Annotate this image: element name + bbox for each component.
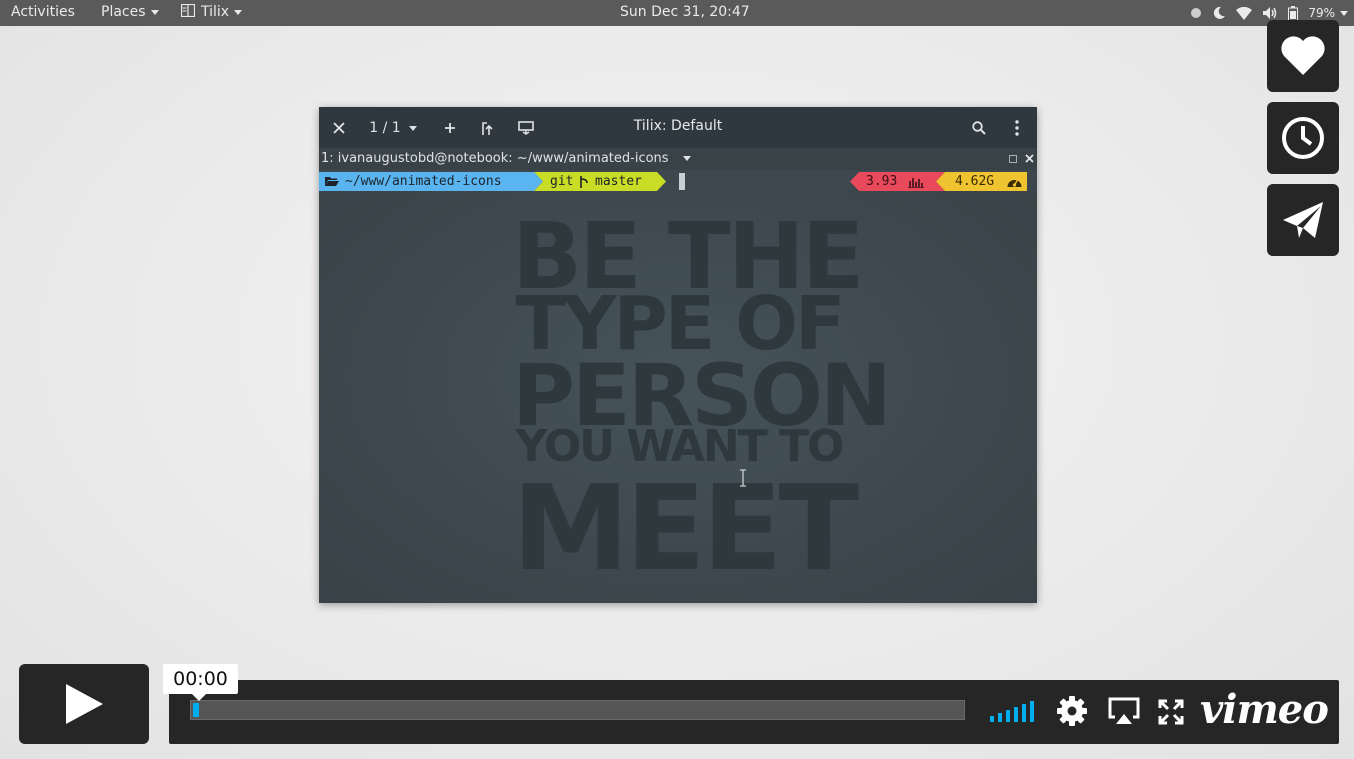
text-cursor-icon [740,469,746,487]
prompt-memory: 4.62G [955,174,995,189]
tilix-window[interactable]: 1 / 1 Tilix: Default 1: ivanaugustobd@no… [319,107,1037,603]
volume-control[interactable] [987,698,1037,724]
progress-bar[interactable] [190,700,965,720]
chevron-down-icon [1340,10,1348,16]
chevron-down-icon [682,156,691,161]
chevron-down-icon [150,9,159,15]
share-button[interactable] [1267,184,1339,256]
terminal-titlebar: 1: ivanaugustobd@notebook: ~/www/animate… [319,148,1037,170]
heart-icon [1281,36,1325,75]
tilix-app-icon [180,3,196,18]
airplay-button[interactable] [1107,695,1141,727]
tilix-headerbar: 1 / 1 Tilix: Default [319,107,1037,148]
terminal-title[interactable]: 1: ivanaugustobd@notebook: ~/www/animate… [321,151,691,166]
progress-played [193,703,199,717]
terminal-content[interactable]: BE THE TYPE OF PERSON YOU WANT TO MEET [319,191,1037,603]
maximize-terminal-icon[interactable] [1009,155,1017,163]
volume-icon [1263,7,1277,19]
volume-icon [990,701,1034,722]
places-label: Places [101,4,146,20]
wifi-icon [1236,6,1253,20]
play-icon [66,684,103,724]
prompt-path: ~/www/animated-icons [345,174,502,189]
app-menu[interactable]: Tilix [180,3,243,20]
find-button[interactable] [969,118,989,138]
settings-button[interactable] [1055,694,1089,728]
play-button[interactable] [19,664,149,744]
poster-line: TYPE OF [515,281,845,367]
battery-percent: 79% [1308,6,1335,20]
time-tooltip: 00:00 [163,664,238,701]
clock-icon [1282,117,1324,159]
record-indicator-icon [1191,8,1202,18]
activities-button[interactable]: Activities [11,4,75,20]
clock[interactable]: Sun Dec 31, 20:47 [620,4,750,20]
like-button[interactable] [1267,20,1339,92]
git-branch-icon [580,176,588,188]
fullscreen-icon [1158,699,1184,725]
window-title: Tilix: Default [633,118,723,134]
gnome-top-bar: Activities Places Tilix Sun Dec 31, 20:4… [0,0,1354,26]
send-icon [1283,202,1323,238]
poster-line: MEET [512,459,859,597]
app-menu-label: Tilix [201,4,230,20]
watch-later-button[interactable] [1267,102,1339,174]
battery-icon [1288,5,1299,21]
vimeo-logo[interactable]: vimeo [1200,690,1329,730]
poster-line: PERSON [512,346,892,446]
video-poster-text: BE THE TYPE OF PERSON YOU WANT TO MEET [512,203,892,597]
fullscreen-button[interactable] [1156,697,1186,727]
terminal-title-label: 1: ivanaugustobd@notebook: ~/www/animate… [321,151,669,166]
more-vertical-icon [1015,120,1019,136]
gear-icon [1057,696,1087,726]
chevron-down-icon [234,9,243,15]
shell-prompt: ~/www/animated-icons git master 3.93 4.6… [319,172,1037,191]
folder-icon [325,177,339,186]
search-icon [972,121,986,135]
window-menu-button[interactable] [1007,118,1027,138]
prompt-branch: master [595,174,642,189]
places-menu[interactable]: Places [101,4,159,20]
prompt-load: 3.93 [866,174,898,189]
airplay-icon [1108,697,1140,724]
player-control-bar: vimeo [169,680,1339,744]
poster-line: BE THE [512,203,865,310]
close-terminal-icon[interactable] [1025,154,1034,163]
prompt-vcs: git [550,174,574,189]
dashboard-icon [1007,179,1022,187]
bar-chart-icon [908,178,924,188]
night-light-icon [1214,6,1226,19]
